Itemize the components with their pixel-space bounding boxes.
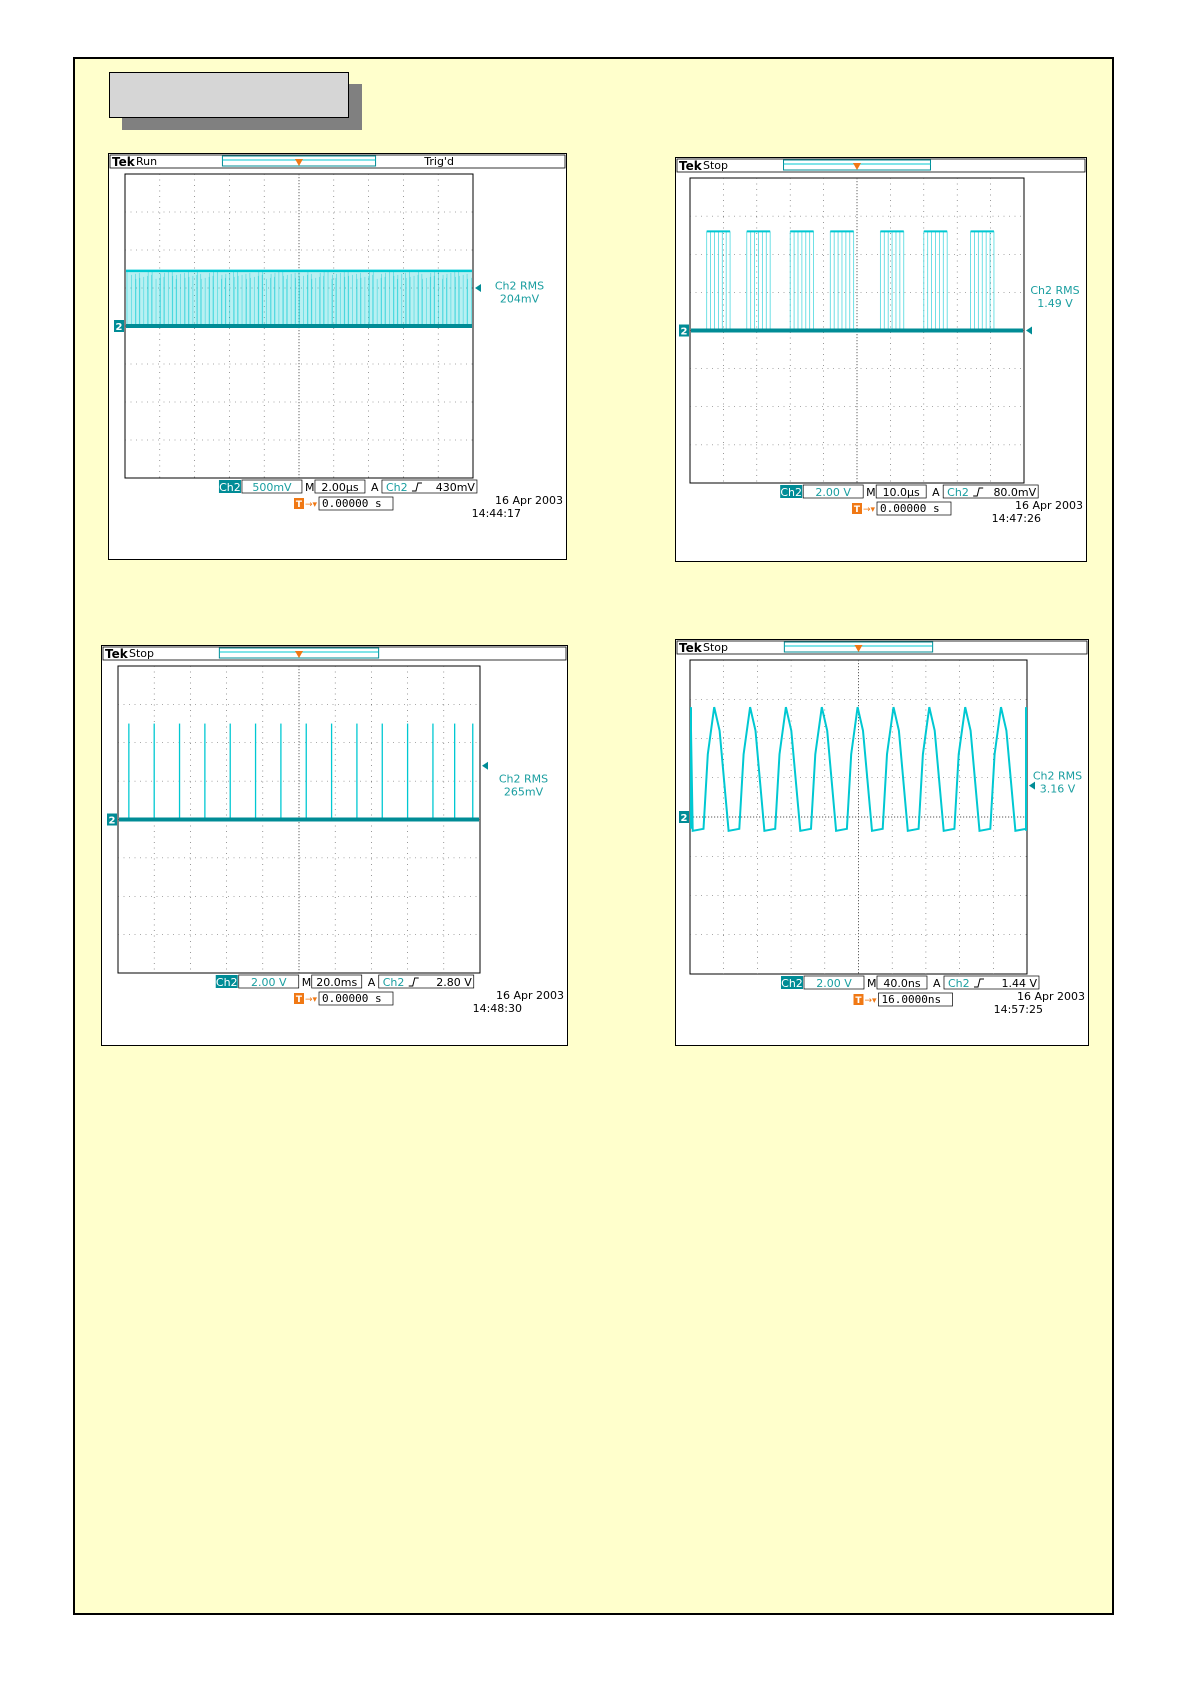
trigger-offset-t-letter: T [296,995,303,1005]
volts-per-div: 500mV [252,481,292,494]
trigger-prefix: A [368,976,376,989]
measurement-label: Ch2 RMS [1030,284,1079,297]
trigger-offset-arrow: →▾ [305,500,318,510]
measurement-value: 3.16 V [1040,782,1076,795]
run-status-text: Stop [703,641,728,654]
capture-time: 14:44:17 [472,507,521,520]
trigger-offset-value: 0.00000 s [322,992,382,1005]
oscilloscope-screenshot-4: TekStopT2Ch2 RMS3.16 VCh22.00 VM40.0nsAC… [675,639,1089,1046]
brand-label: Tek [679,641,703,655]
trigger-level-arrow [482,761,488,770]
trigger-state-text: Trig'd [423,155,454,168]
scope-svg: TekStopT2Ch2 RMS3.16 VCh22.00 VM40.0nsAC… [676,640,1088,1016]
trigger-channel: Ch2 [383,976,405,989]
measurement-value: 1.49 V [1037,297,1073,310]
run-status-text: Run [136,155,157,168]
capture-time: 14:57:25 [994,1003,1043,1016]
timebase-value: 20.0ms [316,976,357,989]
volts-per-div: 2.00 V [815,486,851,499]
trigger-offset-arrow: →▾ [865,996,878,1006]
channel-badge-text: Ch2 [781,977,803,990]
channel-2-number: 2 [681,327,688,338]
trigger-offset-arrow: →▾ [863,505,876,515]
trigger-channel: Ch2 [947,486,969,499]
timebase-prefix: M [302,976,312,989]
capture-date: 16 Apr 2003 [1015,499,1083,512]
trigger-offset-t-letter: T [296,500,303,510]
run-status-text: Stop [703,159,728,172]
brand-label: Tek [112,155,136,169]
trigger-prefix: A [932,486,940,499]
brand-label: Tek [105,647,129,661]
brand-label: Tek [679,159,703,173]
trigger-channel: Ch2 [386,481,408,494]
trigger-level-arrow [1029,781,1035,790]
scope-svg: TekRun Trig'd T 2 Ch2 RMS204mV Ch2 500mV M 2.00µ… [109,154,566,520]
oscilloscope-screenshot-3: TekStop T 2 Ch2 RMS265mV Ch2 2.00 V M 20.0ms A Ch… [101,645,568,1046]
measurement-label: Ch2 RMS [499,773,548,786]
trigger-offset-value: 16.0000ns [882,993,942,1006]
channel-badge-text: Ch2 [219,481,241,494]
run-status-text: Stop [129,647,154,660]
measurement-value: 265mV [504,786,544,799]
trigger-prefix: A [933,977,941,990]
measurement-label: Ch2 RMS [495,280,544,293]
channel-2-number: 2 [109,816,116,827]
trigger-level: 1.44 V [1001,977,1037,990]
trigger-offset-t-letter: T [854,505,861,515]
trigger-level: 430mV [436,481,476,494]
measurement-label: Ch2 RMS [1033,769,1082,782]
capture-date: 16 Apr 2003 [1017,990,1085,1003]
volts-per-div: 2.00 V [251,976,287,989]
timebase-value: 40.0ns [883,977,920,990]
trigger-offset-t-letter: T [855,996,862,1006]
timebase-prefix: M [866,486,876,499]
timebase-prefix: M [305,481,315,494]
capture-date: 16 Apr 2003 [496,989,564,1002]
capture-time: 14:48:30 [473,1002,522,1015]
channel-badge-text: Ch2 [216,976,238,989]
trigger-level: 2.80 V [436,976,472,989]
channel-2-number: 2 [681,813,688,824]
capture-date: 16 Apr 2003 [495,494,563,507]
measurement-value: 204mV [500,293,540,306]
trigger-offset-value: 0.00000 s [880,502,940,515]
trigger-channel: Ch2 [948,977,970,990]
trigger-level-arrow [1026,326,1032,335]
trigger-level: 80.0mV [993,486,1036,499]
timebase-value: 10.0µs [883,486,920,499]
oscilloscope-screenshot-1: TekRun Trig'd T 2 Ch2 RMS204mV Ch2 500mV M 2.00µ… [108,153,567,560]
timebase-prefix: M [867,977,877,990]
capture-time: 14:47:26 [992,512,1041,525]
scope-svg: TekStop T 2 Ch2 RMS265mV Ch2 2.00 V M 20.0ms A Ch… [102,646,567,1015]
oscilloscope-screenshot-2: TekStopT2Ch2 RMS1.49 VCh22.00 VM10.0µsAC… [675,157,1087,562]
trigger-level-arrow [475,284,481,292]
channel-2-number: 2 [116,322,123,333]
scope-svg: TekStopT2Ch2 RMS1.49 VCh22.00 VM10.0µsAC… [676,158,1086,525]
trigger-offset-value: 0.00000 s [322,497,382,510]
waveform-trace [126,269,472,328]
trigger-prefix: A [371,481,379,494]
volts-per-div: 2.00 V [816,977,852,990]
channel-badge-text: Ch2 [780,486,802,499]
timebase-value: 2.00µs [321,481,358,494]
title-box [109,72,349,118]
trigger-offset-arrow: →▾ [305,995,318,1005]
